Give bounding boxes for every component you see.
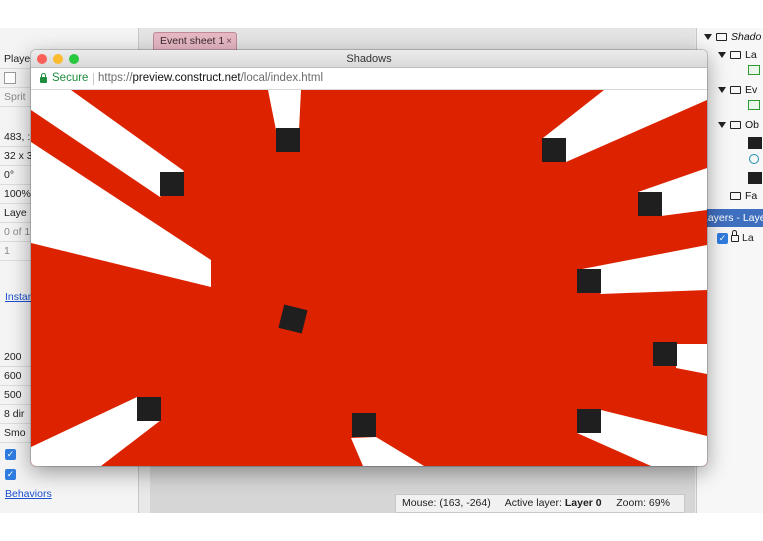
zoom-label: Zoom: [616, 497, 646, 509]
project-item-label: Ev [745, 84, 758, 96]
mouse-label: Mouse: [402, 497, 437, 509]
shadow-caster-block[interactable] [653, 342, 677, 366]
checkbox-empty-icon[interactable] [4, 72, 16, 85]
url-host: preview.construct.net [132, 72, 241, 84]
game-canvas[interactable] [31, 90, 707, 466]
folder-icon [730, 192, 741, 201]
project-families[interactable]: Fa [718, 187, 757, 205]
folder-icon [730, 86, 741, 95]
active-layer-value: Layer 0 [564, 497, 602, 509]
layout-icon[interactable] [748, 65, 760, 75]
lock-icon[interactable] [731, 229, 739, 242]
project-root[interactable]: Shado [704, 28, 761, 46]
shadow-caster-block[interactable] [276, 128, 300, 152]
window-title: Shadows [346, 53, 392, 65]
tab-event-sheet[interactable]: Event sheet 1 × [153, 32, 237, 50]
shadow-caster-block[interactable] [160, 172, 184, 196]
top-strip [0, 0, 763, 28]
shadow-caster-block[interactable] [577, 409, 601, 433]
light-bulb-icon[interactable] [749, 154, 759, 164]
url-text[interactable]: https://preview.construct.net/local/inde… [98, 68, 323, 89]
triangle-down-icon[interactable] [718, 122, 726, 129]
project-object-types[interactable]: Ob [718, 116, 759, 134]
close-icon[interactable]: × [226, 33, 232, 50]
behaviors-link[interactable]: Behaviors [5, 488, 52, 500]
project-item-label: Ob [745, 119, 760, 131]
folder-icon [716, 33, 727, 42]
sprite-object-icon[interactable] [748, 137, 762, 149]
project-layouts[interactable]: La [718, 46, 757, 64]
shadow-caster-block[interactable] [542, 138, 566, 162]
folder-icon [730, 121, 741, 130]
project-event-sheets[interactable]: Ev [718, 81, 757, 99]
project-item-label: Fa [745, 190, 758, 202]
project-name: Shado [731, 31, 762, 43]
mouse-value: (163, -264) [439, 497, 491, 509]
checkbox-checked-icon[interactable]: ✓ [5, 469, 16, 480]
window-titlebar[interactable]: Shadows [31, 50, 707, 68]
url-scheme: https:// [98, 72, 133, 84]
tab-label: Event sheet 1 [160, 35, 225, 47]
checkbox-checked-icon[interactable]: ✓ [717, 232, 728, 244]
triangle-down-icon[interactable] [718, 87, 726, 94]
status-bar: Mouse: (163, -264) Active layer: Layer 0… [395, 494, 685, 513]
shadow-caster-block[interactable] [352, 413, 376, 437]
secure-label: Secure [52, 72, 89, 84]
zoom-value: 69% [648, 497, 670, 509]
layer-label: La [742, 232, 754, 244]
triangle-down-icon[interactable] [704, 34, 712, 41]
event-sheet-icon[interactable] [748, 100, 760, 110]
shadow-caster-block[interactable] [577, 269, 601, 293]
shadow-scene [31, 90, 707, 466]
shadow-caster-block[interactable] [137, 397, 161, 421]
project-item-label: La [745, 49, 757, 61]
url-separator [93, 73, 94, 85]
shadow-caster-block[interactable] [638, 192, 662, 216]
url-path: /local/index.html [240, 72, 324, 84]
lock-icon [40, 73, 47, 83]
active-layer-label: Active layer: [504, 497, 562, 509]
checkbox-checked-icon[interactable]: ✓ [5, 449, 16, 460]
sprite-object-icon[interactable] [748, 172, 762, 184]
triangle-down-icon[interactable] [718, 52, 726, 59]
bottom-strip [0, 513, 763, 541]
preview-window: Shadows Secure https://preview.construct… [31, 50, 707, 466]
folder-icon [730, 51, 741, 60]
instance-variables-link[interactable]: Instan [5, 291, 34, 303]
address-bar[interactable]: Secure https://preview.construct.net/loc… [31, 68, 707, 90]
